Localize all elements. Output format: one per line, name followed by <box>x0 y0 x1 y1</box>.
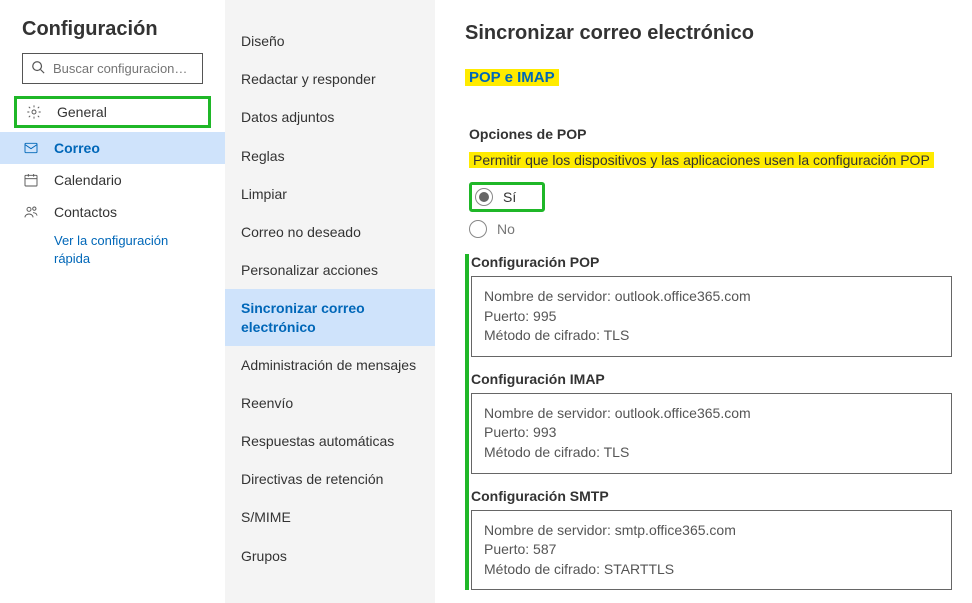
radio-yes[interactable]: Sí <box>469 182 545 212</box>
search-input[interactable] <box>53 61 194 76</box>
conf-pop-title: Configuración POP <box>471 254 952 270</box>
mid-limpiar[interactable]: Limpiar <box>225 175 435 213</box>
mid-sincronizar[interactable]: Sincronizar correo electrónico <box>225 289 435 345</box>
search-box[interactable] <box>22 53 203 84</box>
mid-nodeseado[interactable]: Correo no deseado <box>225 213 435 251</box>
conf-smtp-title: Configuración SMTP <box>471 488 952 504</box>
radio-yes-dot <box>475 188 493 206</box>
nav-correo-label: Correo <box>54 140 100 156</box>
radio-no[interactable]: No <box>469 220 952 238</box>
radio-yes-label: Sí <box>503 189 516 205</box>
pop-allow-text: Permitir que los dispositivos y las apli… <box>469 152 934 168</box>
pop-imap-heading: POP e IMAP <box>465 69 559 86</box>
mid-directivas[interactable]: Directivas de retención <box>225 460 435 498</box>
mid-reglas[interactable]: Reglas <box>225 137 435 175</box>
nav-correo[interactable]: Correo <box>0 132 225 164</box>
mid-admin-mensajes[interactable]: Administración de mensajes <box>225 346 435 384</box>
radio-no-label: No <box>497 221 515 237</box>
nav-general-label: General <box>57 104 107 120</box>
mid-smime[interactable]: S/MIME <box>225 498 435 536</box>
mid-personalizar[interactable]: Personalizar acciones <box>225 251 435 289</box>
highlight-bar <box>465 254 469 590</box>
mid-grupos[interactable]: Grupos <box>225 537 435 575</box>
mail-icon <box>22 140 40 156</box>
mid-diseno[interactable]: Diseño <box>225 22 435 60</box>
pop-options-heading: Opciones de POP <box>465 126 952 142</box>
nav-general[interactable]: General <box>14 96 211 128</box>
conf-imap-title: Configuración IMAP <box>471 371 952 387</box>
mid-reenvio[interactable]: Reenvío <box>225 384 435 422</box>
conf-pop-box: Nombre de servidor: outlook.office365.co… <box>471 276 952 357</box>
calendar-icon <box>22 172 40 188</box>
mid-respuestas[interactable]: Respuestas automáticas <box>225 422 435 460</box>
nav-calendario-label: Calendario <box>54 172 122 188</box>
gear-icon <box>25 104 43 120</box>
conf-smtp-box: Nombre de servidor: smtp.office365.com P… <box>471 510 952 591</box>
settings-subnav: Diseño Redactar y responder Datos adjunt… <box>225 0 435 603</box>
mid-redactar[interactable]: Redactar y responder <box>225 60 435 98</box>
content-title: Sincronizar correo electrónico <box>465 22 952 45</box>
radio-no-dot <box>469 220 487 238</box>
nav-calendario[interactable]: Calendario <box>0 164 225 196</box>
conf-imap-box: Nombre de servidor: outlook.office365.co… <box>471 393 952 474</box>
people-icon <box>22 204 40 220</box>
page-title: Configuración <box>0 0 225 53</box>
quick-settings-link[interactable]: Ver la configuración rápida <box>0 228 180 268</box>
nav-contactos-label: Contactos <box>54 204 117 220</box>
search-icon <box>31 60 45 77</box>
mid-adjuntos[interactable]: Datos adjuntos <box>225 98 435 136</box>
nav-contactos[interactable]: Contactos <box>0 196 225 228</box>
